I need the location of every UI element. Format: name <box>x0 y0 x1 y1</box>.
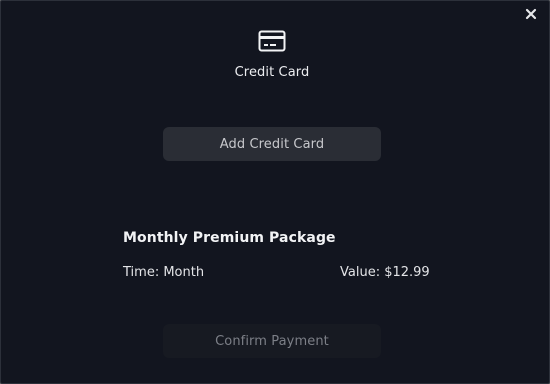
credit-card-modal: Credit Card Add Credit Card Monthly Prem… <box>0 0 550 384</box>
credit-card-icon <box>258 29 286 53</box>
page-title: Credit Card <box>234 65 310 80</box>
package-title: Monthly Premium Package <box>123 230 336 246</box>
confirm-payment-button[interactable]: Confirm Payment <box>163 324 381 358</box>
package-time: Time: Month <box>123 265 205 280</box>
add-credit-card-label: Add Credit Card <box>219 136 325 152</box>
close-button[interactable] <box>524 6 538 20</box>
add-credit-card-button[interactable]: Add Credit Card <box>163 127 381 161</box>
close-icon <box>525 8 537 20</box>
confirm-payment-label: Confirm Payment <box>215 333 329 349</box>
package-value: Value: $12.99 <box>340 265 430 280</box>
